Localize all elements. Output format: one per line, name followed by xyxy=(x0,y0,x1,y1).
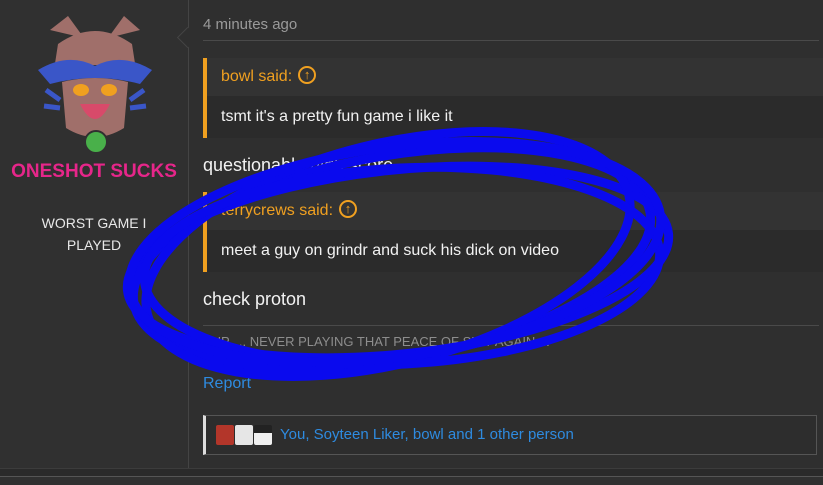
jump-to-quote-icon[interactable] xyxy=(298,65,317,85)
liker-avatar[interactable] xyxy=(254,425,272,445)
quote-block: terrycrews said: meet a guy on grindr an… xyxy=(203,192,823,272)
report-link[interactable]: Report xyxy=(203,375,251,393)
online-status-icon xyxy=(84,130,108,154)
post-text: questionable high score xyxy=(203,155,394,175)
divider xyxy=(203,40,819,41)
username[interactable]: ONESHOT SUCKS xyxy=(0,158,188,186)
quote-block: bowl said: tsmt it's a pretty fun game i… xyxy=(203,58,823,138)
jump-to-quote-icon[interactable] xyxy=(339,199,358,219)
user-signature: YUP..... NEVER PLAYING THAT PEACE OF SHI… xyxy=(203,334,550,349)
likes-list-link[interactable]: You, Soyteen Liker, bowl and 1 other per… xyxy=(280,426,574,443)
post-timestamp[interactable]: 4 minutes ago xyxy=(203,16,297,33)
post-text: check proton xyxy=(203,289,307,309)
liker-avatar[interactable] xyxy=(216,425,234,445)
quote-header[interactable]: terrycrews said: xyxy=(207,192,823,230)
signature-divider xyxy=(203,325,819,326)
quote-body: tsmt it's a pretty fun game i like it xyxy=(207,96,823,138)
likes-bar: You, Soyteen Liker, bowl and 1 other per… xyxy=(203,415,817,455)
quote-body: meet a guy on grindr and suck his dick o… xyxy=(207,230,823,272)
liker-avatars xyxy=(216,425,273,450)
quote-author: terrycrews said: xyxy=(221,202,334,219)
user-title: WORST GAME I PLAYED xyxy=(41,215,147,253)
quote-author: bowl said: xyxy=(221,68,293,85)
liker-avatar[interactable] xyxy=(235,425,253,445)
forum-post: ONESHOT SUCKS WORST GAME I PLAYED 4 minu… xyxy=(0,0,823,469)
post-content: 4 minutes ago bowl said: tsmt it's a pre… xyxy=(203,0,823,468)
quote-header[interactable]: bowl said: xyxy=(207,58,823,96)
user-avatar[interactable] xyxy=(28,10,162,150)
user-info-panel: ONESHOT SUCKS WORST GAME I PLAYED xyxy=(0,0,189,468)
